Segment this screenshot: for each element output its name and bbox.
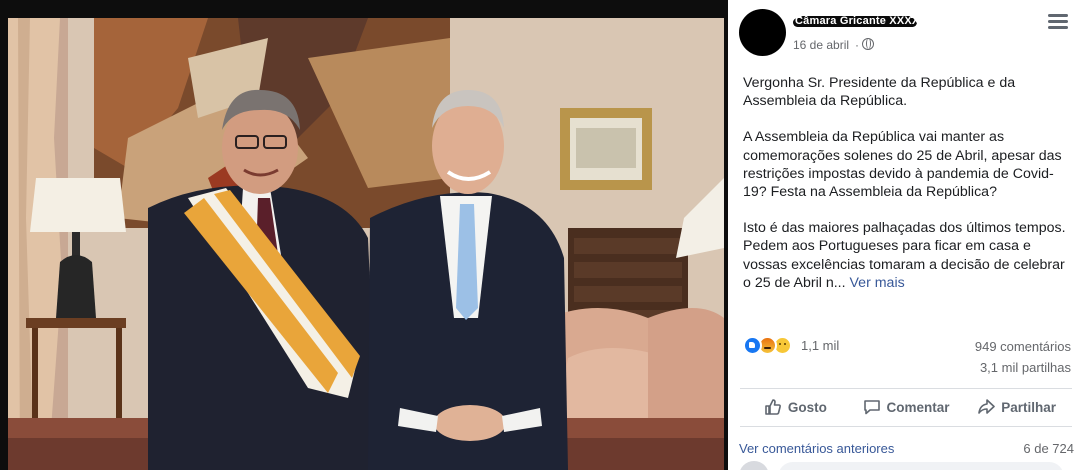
comment-icon [863, 400, 880, 415]
share-button[interactable]: Partilhar [961, 390, 1072, 424]
photo-viewer [0, 0, 728, 470]
see-more-link[interactable]: Ver mais [850, 275, 905, 291]
view-previous-comments-link[interactable]: Ver comentários anteriores [739, 441, 894, 456]
comments-count[interactable]: 949 comentários [975, 339, 1071, 354]
post-paragraph-last: Isto é das maiores palhaçadas dos último… [743, 219, 1075, 292]
date-separator: · [855, 38, 859, 52]
action-bar: Gosto Comentar Partilhar [740, 390, 1072, 424]
thumbs-up-icon [765, 399, 781, 415]
like-icon [743, 336, 762, 355]
divider [740, 426, 1072, 427]
globe-icon[interactable] [862, 38, 874, 50]
post-side-panel: Câmara Gricante XXXX 16 de abril · Vergo… [728, 0, 1080, 470]
poster-name[interactable]: Câmara Gricante XXXX [793, 15, 920, 28]
post-paragraph: A Assembleia da República vai manter as … [743, 129, 1062, 201]
share-icon [978, 399, 996, 414]
share-button-label: Partilhar [1001, 399, 1057, 415]
comment-pager: 6 de 724 [1023, 441, 1074, 456]
reactions-count[interactable]: 1,1 mil [801, 338, 839, 353]
commenter-avatar[interactable] [739, 461, 769, 470]
comment-button-label: Comentar [886, 399, 950, 415]
post-date[interactable]: 16 de abril [793, 38, 849, 52]
like-button[interactable]: Gosto [740, 390, 851, 424]
post-text: Vergonha Sr. Presidente da República e d… [743, 74, 1075, 310]
post-photo[interactable] [8, 18, 724, 470]
like-button-label: Gosto [787, 399, 827, 415]
post-paragraph: Vergonha Sr. Presidente da República e d… [743, 75, 1016, 110]
divider [740, 388, 1072, 389]
shares-count[interactable]: 3,1 mil partilhas [980, 360, 1071, 375]
comment-bubble [778, 462, 1064, 470]
photo-illustration [8, 18, 724, 470]
poster-name-text: Câmara Gricante XXXX [795, 15, 920, 27]
comment-button[interactable]: Comentar [851, 390, 962, 424]
poster-avatar[interactable] [739, 9, 786, 56]
more-options-icon[interactable] [1048, 14, 1068, 30]
